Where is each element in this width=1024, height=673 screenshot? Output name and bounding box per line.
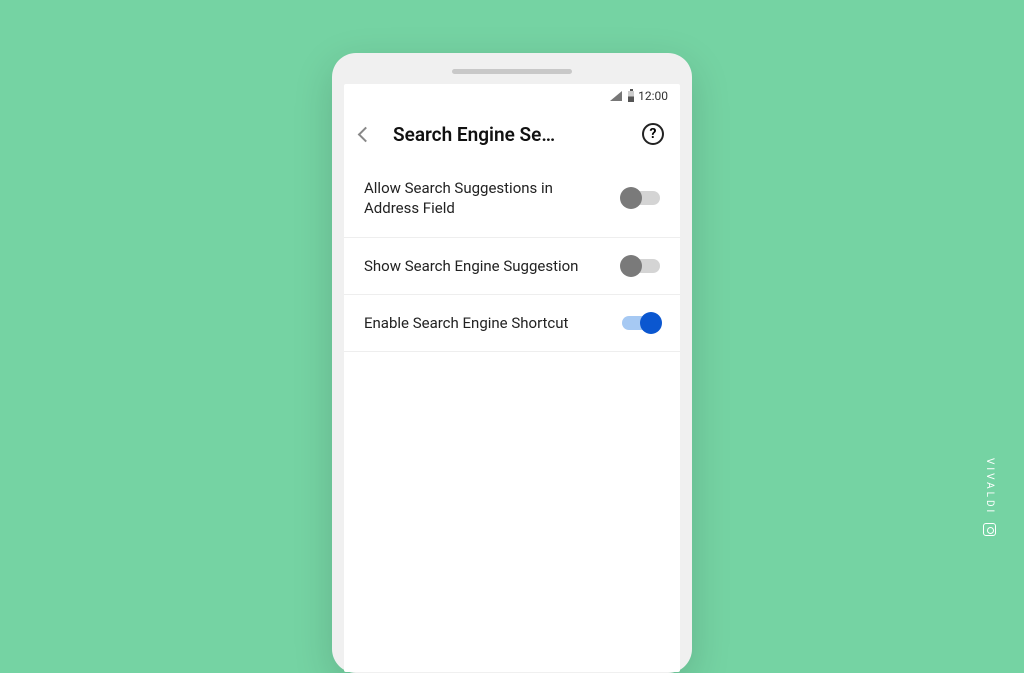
battery-icon: [628, 91, 634, 102]
setting-label: Allow Search Suggestions in Address Fiel…: [364, 178, 579, 219]
setting-row-allow-suggestions[interactable]: Allow Search Suggestions in Address Fiel…: [344, 160, 680, 238]
page-title: Search Engine Se…: [387, 123, 626, 146]
phone-frame: 12:00 Search Engine Se… ? Allow Search S…: [332, 53, 692, 673]
toggle-allow-suggestions[interactable]: [622, 191, 660, 205]
app-header: Search Engine Se… ?: [344, 108, 680, 160]
help-icon[interactable]: ?: [642, 123, 664, 145]
screen: 12:00 Search Engine Se… ? Allow Search S…: [344, 84, 680, 672]
toggle-enable-shortcut[interactable]: [622, 316, 660, 330]
setting-label: Show Search Engine Suggestion: [364, 256, 578, 276]
back-icon[interactable]: [358, 126, 374, 142]
setting-row-enable-shortcut[interactable]: Enable Search Engine Shortcut: [344, 295, 680, 352]
brand-text: VIVALDI: [984, 458, 995, 515]
setting-row-show-suggestion[interactable]: Show Search Engine Suggestion: [344, 238, 680, 295]
status-bar: 12:00: [344, 84, 680, 108]
toggle-show-suggestion[interactable]: [622, 259, 660, 273]
setting-label: Enable Search Engine Shortcut: [364, 313, 568, 333]
speaker-grille: [452, 69, 572, 74]
brand-watermark: VIVALDI: [983, 458, 996, 536]
signal-icon: [610, 91, 622, 101]
clock: 12:00: [638, 89, 668, 103]
brand-icon: [983, 523, 996, 536]
